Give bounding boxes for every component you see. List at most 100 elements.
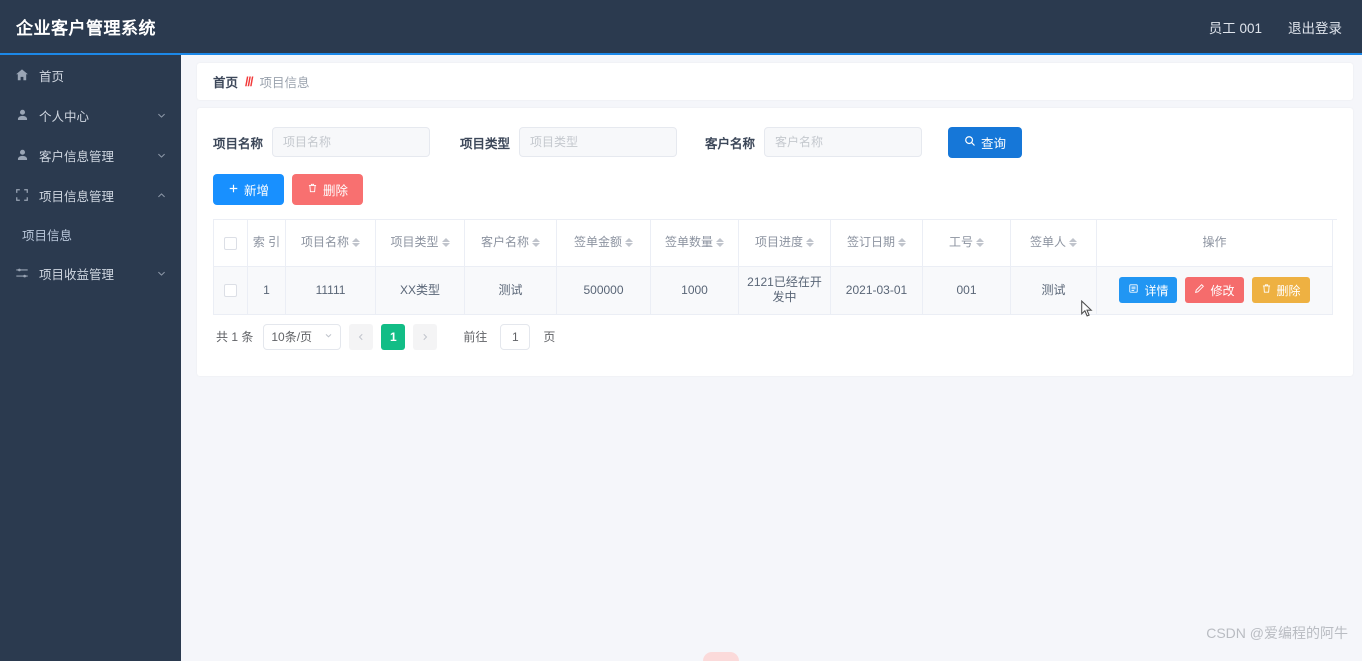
customer-name-input[interactable] <box>764 127 923 157</box>
sliders-icon <box>14 265 30 281</box>
header-quantity[interactable]: 签单数量 <box>650 220 739 267</box>
app-title: 企业客户管理系统 <box>16 19 156 38</box>
header-staff-id-label: 工号 <box>948 235 973 250</box>
header-project-type[interactable]: 项目类型 <box>375 220 465 267</box>
next-page-button[interactable] <box>413 323 438 350</box>
cell-sign-date: 2021-03-01 <box>830 266 923 315</box>
header-amount[interactable]: 签单金额 <box>556 220 651 267</box>
project-table: 索 引 项目名称 项目类型 客户名称 签单金额 签单数量 项目进度 签订日期 工… <box>213 220 1333 315</box>
cell-operations: 详情 修改 删除 <box>1096 266 1333 315</box>
header-project-name-label: 项目名称 <box>300 235 349 250</box>
header-operations-label: 操作 <box>1202 235 1227 250</box>
sort-icon[interactable] <box>1069 238 1077 248</box>
current-user-label: 员工 001 <box>1208 20 1262 36</box>
header-signer-label: 签单人 <box>1029 235 1066 250</box>
goto-page-input[interactable] <box>500 323 531 350</box>
table-toolbar: 新增 删除 <box>213 174 1337 205</box>
trash-icon <box>307 182 318 197</box>
detail-button[interactable]: 详情 <box>1119 277 1178 303</box>
row-checkbox[interactable] <box>224 283 237 297</box>
breadcrumb-home[interactable]: 首页 <box>213 72 238 91</box>
sidebar-item-personal-center[interactable]: 个人中心 <box>0 95 181 135</box>
cell-project-name: 11111 <box>285 266 376 315</box>
main-content: 首页 /// 项目信息 项目名称 项目类型 客户名称 查询 <box>181 57 1362 661</box>
document-icon <box>1128 283 1139 297</box>
header-operations: 操作 <box>1096 220 1333 267</box>
row-delete-button[interactable]: 删除 <box>1251 277 1310 303</box>
sort-icon[interactable] <box>352 238 360 248</box>
cell-index: 1 <box>247 266 286 315</box>
chevron-down-icon <box>324 331 333 342</box>
sort-icon[interactable] <box>625 238 633 248</box>
sidebar-label-project-revenue: 项目收益管理 <box>39 267 115 282</box>
cell-quantity: 1000 <box>650 266 739 315</box>
sort-icon[interactable] <box>806 238 814 248</box>
header-progress-label: 项目进度 <box>754 235 803 250</box>
header-project-type-label: 项目类型 <box>390 235 439 250</box>
add-button[interactable]: 新增 <box>213 174 285 205</box>
add-button-label: 新增 <box>244 184 270 198</box>
no-arrow <box>155 69 167 81</box>
page-number-1[interactable]: 1 <box>381 323 406 350</box>
user-icon <box>14 147 30 163</box>
project-name-input[interactable] <box>272 127 431 157</box>
table-row: 1 11111 XX类型 测试 500000 1000 2121已经在开发中 2… <box>213 266 1333 315</box>
edit-button-label: 修改 <box>1210 283 1235 298</box>
edit-button[interactable]: 修改 <box>1185 277 1244 303</box>
select-all-checkbox[interactable] <box>224 236 237 250</box>
page-size-value: 10条/页 <box>271 330 313 344</box>
cell-amount: 500000 <box>556 266 651 315</box>
sidebar-item-customer-management[interactable]: 客户信息管理 <box>0 135 181 175</box>
label-project-type: 项目类型 <box>460 136 511 151</box>
search-button[interactable]: 查询 <box>948 126 1023 158</box>
sidebar-item-project-revenue[interactable]: 项目收益管理 <box>0 253 181 293</box>
header-staff-id[interactable]: 工号 <box>922 220 1011 267</box>
header-customer-name-label: 客户名称 <box>480 235 529 250</box>
sidebar-label-home: 首页 <box>39 69 65 84</box>
batch-delete-label: 删除 <box>323 184 349 198</box>
detail-button-label: 详情 <box>1144 283 1169 298</box>
plus-icon <box>228 183 239 197</box>
chevron-up-icon <box>155 189 167 201</box>
prev-page-button[interactable] <box>349 323 374 350</box>
chevron-down-icon <box>155 267 167 279</box>
header-progress[interactable]: 项目进度 <box>738 220 831 267</box>
breadcrumb: 首页 /// 项目信息 <box>197 63 1353 100</box>
sort-icon[interactable] <box>532 238 540 248</box>
breadcrumb-current: 项目信息 <box>259 76 310 90</box>
watermark: CSDN @爱编程的阿牛 <box>1206 625 1348 641</box>
logout-button[interactable]: 退出登录 <box>1288 17 1342 37</box>
sort-icon[interactable] <box>716 238 724 248</box>
sidebar-label-customer-management: 客户信息管理 <box>39 149 115 164</box>
top-header: 企业客户管理系统 员工 001 退出登录 <box>0 0 1362 55</box>
sort-icon[interactable] <box>898 238 906 248</box>
sidebar-label-personal-center: 个人中心 <box>39 109 90 124</box>
label-customer-name: 客户名称 <box>705 136 756 151</box>
header-signer[interactable]: 签单人 <box>1010 220 1097 267</box>
header-project-name[interactable]: 项目名称 <box>285 220 376 267</box>
header-customer-name[interactable]: 客户名称 <box>464 220 557 267</box>
data-table: 索 引 项目名称 项目类型 客户名称 签单金额 签单数量 项目进度 签订日期 工… <box>213 219 1337 315</box>
bottom-decoration <box>703 652 739 661</box>
sidebar-item-project-management[interactable]: 项目信息管理 <box>0 175 181 215</box>
search-button-label: 查询 <box>981 136 1007 151</box>
page-size-select[interactable]: 10条/页 <box>263 323 342 350</box>
goto-label: 前往 <box>463 330 488 344</box>
header-quantity-label: 签单数量 <box>664 235 713 250</box>
user-icon <box>14 107 30 123</box>
sort-icon[interactable] <box>976 238 984 248</box>
cell-staff-id: 001 <box>922 266 1011 315</box>
page-unit-label: 页 <box>543 330 556 344</box>
sort-icon[interactable] <box>441 238 450 248</box>
header-index: 索 引 <box>247 220 286 267</box>
header-amount-label: 签单金额 <box>573 235 622 250</box>
header-sign-date[interactable]: 签订日期 <box>830 220 923 267</box>
cell-project-type: XX类型 <box>375 266 465 315</box>
header-sign-date-label: 签订日期 <box>846 235 895 250</box>
chevron-down-icon <box>155 149 167 161</box>
sidebar-item-home[interactable]: 首页 <box>0 55 181 95</box>
batch-delete-button[interactable]: 删除 <box>292 174 364 205</box>
sidebar-item-project-info[interactable]: 项目信息 <box>0 215 181 253</box>
label-project-name: 项目名称 <box>213 136 264 151</box>
project-type-input[interactable] <box>519 127 678 157</box>
